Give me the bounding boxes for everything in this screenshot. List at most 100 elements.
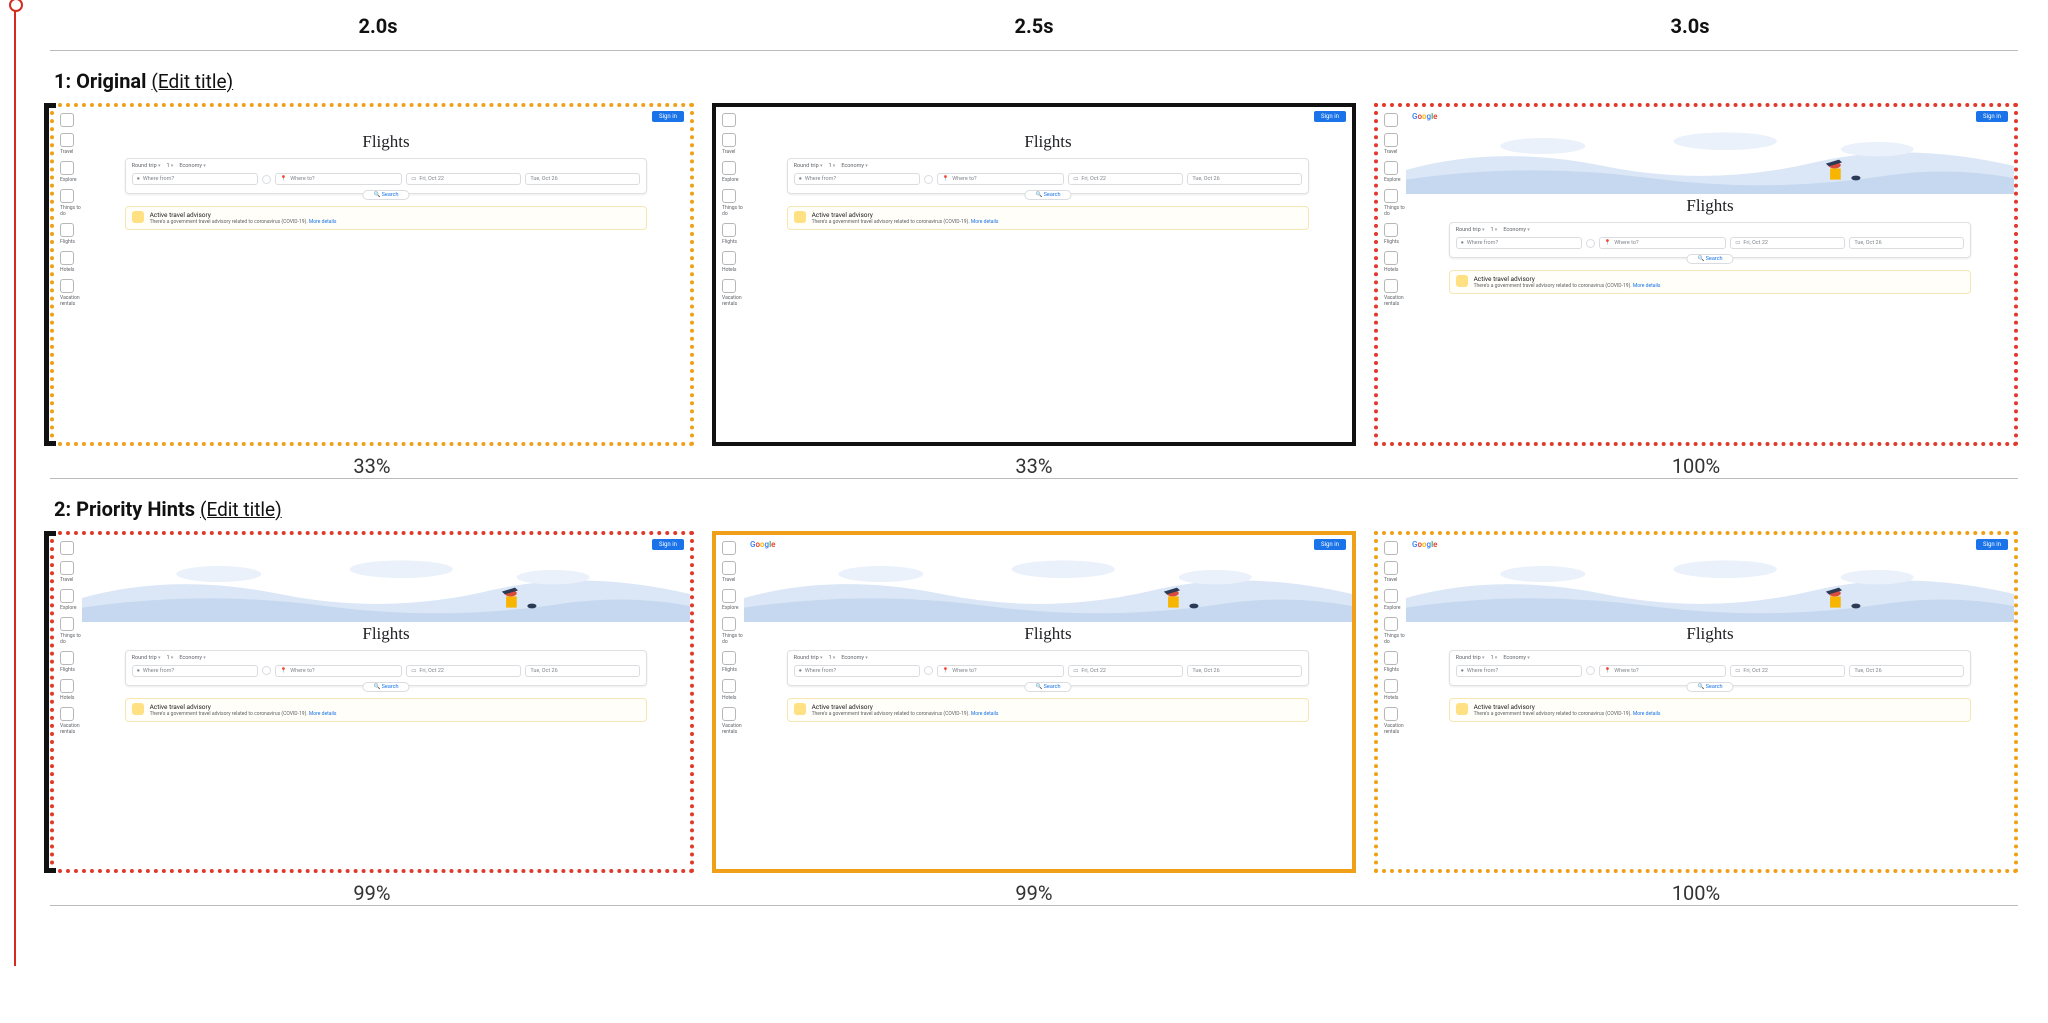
nav-flights-icon xyxy=(1384,651,1398,665)
date-from-input[interactable]: ▭ Fri, Oct 22 xyxy=(1730,665,1845,677)
time-col-0: 2.0s xyxy=(50,14,706,38)
where-from-input[interactable]: ● Where from? xyxy=(1456,665,1583,677)
menu-icon xyxy=(60,113,74,127)
edit-title-link[interactable]: (Edit title) xyxy=(200,498,282,521)
filmstrip-thumb-1-2[interactable]: Travel Explore Things to do Flights Hote… xyxy=(1374,531,2018,874)
filmstrip-thumb-1-0[interactable]: Travel Explore Things to do Flights Hote… xyxy=(50,531,694,874)
where-from-input[interactable]: ● Where from? xyxy=(132,173,259,185)
mini-sidebar: Travel Explore Things to do Flights Hote… xyxy=(716,535,744,870)
date-from-input[interactable]: ▭ Fri, Oct 22 xyxy=(1730,237,1845,249)
swap-icon[interactable] xyxy=(924,175,933,184)
advisory-icon xyxy=(1456,703,1468,715)
date-to-input[interactable]: Tue, Oct 26 xyxy=(525,173,640,185)
date-to-input[interactable]: Tue, Oct 26 xyxy=(525,665,640,677)
divider xyxy=(50,905,2018,906)
advisory-link[interactable]: More details xyxy=(309,219,337,225)
travel-advisory: Active travel advisory There's a governm… xyxy=(787,698,1310,722)
search-card: Round trip 1 Economy ● Where from? 📍 Whe… xyxy=(787,650,1310,686)
where-from-input[interactable]: ● Where from? xyxy=(794,665,921,677)
where-from-input[interactable]: ● Where from? xyxy=(794,173,921,185)
class-chip[interactable]: Economy xyxy=(841,163,867,169)
passengers-chip[interactable]: 1 xyxy=(828,163,835,169)
where-to-input[interactable]: 📍 Where to? xyxy=(1599,237,1726,249)
swap-icon[interactable] xyxy=(262,666,271,675)
class-chip[interactable]: Economy xyxy=(179,655,205,661)
trip-type-chip[interactable]: Round trip xyxy=(132,163,161,169)
search-button[interactable]: 🔍 Search xyxy=(1686,254,1733,264)
trip-type-chip[interactable]: Round trip xyxy=(132,655,161,661)
search-button[interactable]: 🔍 Search xyxy=(1686,682,1733,692)
date-to-input[interactable]: Tue, Oct 26 xyxy=(1187,665,1302,677)
sign-in-button[interactable]: Sign in xyxy=(1314,539,1346,550)
trip-type-chip[interactable]: Round trip xyxy=(1456,227,1485,233)
passengers-chip[interactable]: 1 xyxy=(166,163,173,169)
where-from-input[interactable]: ● Where from? xyxy=(1456,237,1583,249)
trip-type-chip[interactable]: Round trip xyxy=(794,655,823,661)
trip-type-chip[interactable]: Round trip xyxy=(794,163,823,169)
date-from-input[interactable]: ▭ Fri, Oct 22 xyxy=(1068,173,1183,185)
sign-in-button[interactable]: Sign in xyxy=(1976,111,2008,122)
nav-flights-icon xyxy=(60,651,74,665)
class-chip[interactable]: Economy xyxy=(841,655,867,661)
swap-icon[interactable] xyxy=(1586,666,1595,675)
nav-explore-icon xyxy=(60,161,74,175)
search-card: Round trip 1 Economy ● Where from? 📍 Whe… xyxy=(1449,222,1972,258)
date-from-input[interactable]: ▭ Fri, Oct 22 xyxy=(1068,665,1183,677)
date-from-input[interactable]: ▭ Fri, Oct 22 xyxy=(406,665,521,677)
advisory-link[interactable]: More details xyxy=(971,711,999,717)
date-to-input[interactable]: Tue, Oct 26 xyxy=(1849,665,1964,677)
date-to-input[interactable]: Tue, Oct 26 xyxy=(1187,173,1302,185)
passengers-chip[interactable]: 1 xyxy=(1490,227,1497,233)
search-button[interactable]: 🔍 Search xyxy=(1024,682,1071,692)
nav-things-icon xyxy=(60,189,74,203)
time-col-2: 3.0s xyxy=(1362,14,2018,38)
edit-title-link[interactable]: (Edit title) xyxy=(151,70,233,93)
passengers-chip[interactable]: 1 xyxy=(166,655,173,661)
nav-travel-icon xyxy=(60,561,74,575)
search-button[interactable]: 🔍 Search xyxy=(362,190,409,200)
nav-explore-icon xyxy=(1384,161,1398,175)
class-chip[interactable]: Economy xyxy=(1503,655,1529,661)
search-card: Round trip 1 Economy ● Where from? 📍 Whe… xyxy=(125,158,648,194)
where-to-input[interactable]: 📍 Where to? xyxy=(937,665,1064,677)
advisory-icon xyxy=(132,211,144,223)
flights-title: Flights xyxy=(1024,624,1071,644)
search-card: Round trip 1 Economy ● Where from? 📍 Whe… xyxy=(1449,650,1972,686)
passengers-chip[interactable]: 1 xyxy=(828,655,835,661)
filmstrip-thumb-0-2[interactable]: Travel Explore Things to do Flights Hote… xyxy=(1374,103,2018,446)
trip-type-chip[interactable]: Round trip xyxy=(1456,655,1485,661)
sign-in-button[interactable]: Sign in xyxy=(1976,539,2008,550)
flights-title: Flights xyxy=(1686,624,1733,644)
flights-title: Flights xyxy=(1024,132,1071,152)
where-to-input[interactable]: 📍 Where to? xyxy=(1599,665,1726,677)
sign-in-button[interactable]: Sign in xyxy=(1314,111,1346,122)
filmstrip-thumb-0-1[interactable]: Travel Explore Things to do Flights Hote… xyxy=(712,103,1356,446)
advisory-link[interactable]: More details xyxy=(1633,711,1661,717)
where-to-input[interactable]: 📍 Where to? xyxy=(275,173,402,185)
mini-sidebar: Travel Explore Things to do Flights Hote… xyxy=(1378,535,1406,870)
filmstrip-thumb-1-1[interactable]: Travel Explore Things to do Flights Hote… xyxy=(712,531,1356,874)
travel-advisory: Active travel advisory There's a governm… xyxy=(787,206,1310,230)
class-chip[interactable]: Economy xyxy=(179,163,205,169)
sign-in-button[interactable]: Sign in xyxy=(652,539,684,550)
date-from-input[interactable]: ▭ Fri, Oct 22 xyxy=(406,173,521,185)
nav-hotels-icon xyxy=(722,679,736,693)
swap-icon[interactable] xyxy=(1586,239,1595,248)
search-button[interactable]: 🔍 Search xyxy=(362,682,409,692)
nav-rentals-icon xyxy=(722,279,736,293)
passengers-chip[interactable]: 1 xyxy=(1490,655,1497,661)
advisory-link[interactable]: More details xyxy=(1633,283,1661,289)
sign-in-button[interactable]: Sign in xyxy=(652,111,684,122)
where-to-input[interactable]: 📍 Where to? xyxy=(275,665,402,677)
where-from-input[interactable]: ● Where from? xyxy=(132,665,259,677)
class-chip[interactable]: Economy xyxy=(1503,227,1529,233)
filmstrip-thumb-0-0[interactable]: Travel Explore Things to do Flights Hote… xyxy=(50,103,694,446)
advisory-link[interactable]: More details xyxy=(309,711,337,717)
advisory-link[interactable]: More details xyxy=(971,219,999,225)
search-button[interactable]: 🔍 Search xyxy=(1024,190,1071,200)
swap-icon[interactable] xyxy=(262,175,271,184)
nav-flights-icon xyxy=(722,223,736,237)
swap-icon[interactable] xyxy=(924,666,933,675)
date-to-input[interactable]: Tue, Oct 26 xyxy=(1849,237,1964,249)
where-to-input[interactable]: 📍 Where to? xyxy=(937,173,1064,185)
